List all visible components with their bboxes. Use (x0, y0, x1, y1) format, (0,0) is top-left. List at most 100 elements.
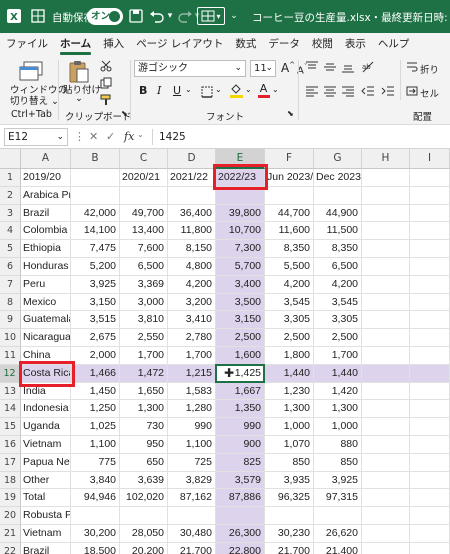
cell-c17[interactable]: 650 (120, 453, 168, 472)
cell-b20[interactable] (71, 507, 120, 525)
cell-g14[interactable]: 1,300 (314, 400, 362, 419)
cell-b1[interactable] (71, 169, 120, 187)
name-box[interactable]: E12 ⌄ (4, 128, 68, 146)
row-header-8[interactable]: 8 (0, 293, 21, 312)
row-header-4[interactable]: 4 (0, 222, 21, 241)
cell-f19[interactable]: 96,325 (265, 489, 314, 508)
align-left-icon[interactable] (304, 84, 320, 98)
cell-a16[interactable]: Vietnam (21, 436, 71, 454)
cell-a9[interactable]: Guatemala (21, 311, 71, 330)
cell-e14[interactable]: 1,350 (216, 400, 265, 419)
cell-a10[interactable]: Nicaragua (21, 329, 71, 347)
cell-a6[interactable]: Honduras (21, 258, 71, 276)
grid-layout-icon[interactable] (30, 7, 46, 25)
cell-a4[interactable]: Colombia (21, 222, 71, 241)
cell-i6[interactable] (410, 258, 450, 276)
cell-e10[interactable]: 2,500 (216, 329, 265, 347)
wrap-text-label[interactable]: 折り (420, 62, 439, 76)
cell-h4[interactable] (362, 222, 410, 241)
cell-b12[interactable]: 1,466 (71, 364, 120, 383)
cell-a17[interactable]: Papua New Guinea (21, 453, 71, 472)
cell-a20[interactable]: Robusta Production (21, 507, 71, 525)
cell-g5[interactable]: 8,350 (314, 240, 362, 258)
cell-e15[interactable]: 990 (216, 418, 265, 436)
cell-i21[interactable] (410, 525, 450, 543)
cell-g20[interactable] (314, 507, 362, 525)
cell-e8[interactable]: 3,500 (216, 293, 265, 312)
cell-a7[interactable]: Peru (21, 275, 71, 294)
cell-h19[interactable] (362, 489, 410, 508)
cell-d6[interactable]: 4,800 (168, 258, 216, 276)
cell-e21[interactable]: 26,300 (216, 525, 265, 543)
cell-f3[interactable]: 44,700 (265, 204, 314, 223)
align-top-icon[interactable] (304, 60, 320, 74)
tab-help[interactable]: ヘルプ (372, 33, 416, 56)
cell-f22[interactable]: 21,700 (265, 542, 314, 554)
cell-e22[interactable]: 22,800 (216, 542, 265, 554)
cell-h14[interactable] (362, 400, 410, 419)
cell-e2[interactable] (216, 186, 265, 205)
cell-d17[interactable]: 725 (168, 453, 216, 472)
cell-h17[interactable] (362, 453, 410, 472)
paste-dropdown-icon[interactable]: ⌄ (75, 93, 83, 104)
cell-i17[interactable] (410, 453, 450, 472)
cell-b10[interactable]: 2,675 (71, 329, 120, 347)
cell-g17[interactable]: 850 (314, 453, 362, 472)
cell-e7[interactable]: 3,400 (216, 275, 265, 294)
cell-e5[interactable]: 7,300 (216, 240, 265, 258)
font-color-dropdown-icon[interactable]: ⌄ (272, 85, 279, 94)
cell-h11[interactable] (362, 347, 410, 365)
cell-b13[interactable]: 1,450 (71, 382, 120, 401)
cell-c22[interactable]: 20,200 (120, 542, 168, 554)
cell-h21[interactable] (362, 525, 410, 543)
underline-dropdown-icon[interactable]: ⌄ (185, 85, 192, 94)
cell-f18[interactable]: 3,935 (265, 471, 314, 490)
cell-e18[interactable]: 3,579 (216, 471, 265, 490)
clipboard-launcher-icon[interactable]: ⬊ (121, 109, 128, 118)
cell-i14[interactable] (410, 400, 450, 419)
cell-f12[interactable]: 1,440 (265, 364, 314, 383)
cell-c6[interactable]: 6,500 (120, 258, 168, 276)
insert-function-icon[interactable]: fx (124, 130, 134, 143)
borders-icon[interactable] (200, 85, 214, 98)
cell-f13[interactable]: 1,230 (265, 382, 314, 401)
wrap-text-icon[interactable] (405, 60, 419, 74)
cell-a1[interactable]: 2019/20 (21, 169, 71, 187)
cell-h18[interactable] (362, 471, 410, 490)
bold-button[interactable]: B (139, 84, 147, 97)
cell-f16[interactable]: 1,070 (265, 436, 314, 454)
cell-f6[interactable]: 5,500 (265, 258, 314, 276)
cell-d2[interactable] (168, 186, 216, 205)
cell-a19[interactable]: Total (21, 489, 71, 508)
name-box-dropdown-icon[interactable]: ⌄ (56, 129, 64, 145)
cell-e6[interactable]: 5,700 (216, 258, 265, 276)
cell-b6[interactable]: 5,200 (71, 258, 120, 276)
cell-a8[interactable]: Mexico (21, 293, 71, 312)
decrease-indent-icon[interactable] (360, 84, 376, 98)
column-header-d[interactable]: D (168, 149, 216, 169)
cancel-icon[interactable]: ✕ (89, 130, 98, 143)
cell-a15[interactable]: Uganda (21, 418, 71, 436)
column-header-c[interactable]: C (120, 149, 168, 169)
row-header-11[interactable]: 11 (0, 347, 21, 365)
fill-color-dropdown-icon[interactable]: ⌄ (245, 85, 252, 94)
save-icon[interactable] (128, 7, 144, 25)
row-header-12[interactable]: 12 (0, 364, 21, 383)
cell-a21[interactable]: Vietnam (21, 525, 71, 543)
format-painter-icon[interactable] (99, 93, 113, 107)
cell-g21[interactable]: 26,620 (314, 525, 362, 543)
row-header-10[interactable]: 10 (0, 329, 21, 347)
tab-review[interactable]: 校閲 (306, 33, 339, 56)
cell-f1[interactable]: Jun 2023/24 (265, 169, 314, 187)
select-all-corner[interactable] (0, 149, 21, 169)
tab-insert[interactable]: 挿入 (97, 33, 130, 56)
row-header-20[interactable]: 20 (0, 507, 21, 525)
row-header-22[interactable]: 22 (0, 542, 21, 554)
row-header-17[interactable]: 17 (0, 453, 21, 472)
cell-d20[interactable] (168, 507, 216, 525)
cell-f17[interactable]: 850 (265, 453, 314, 472)
cell-g10[interactable]: 2,500 (314, 329, 362, 347)
cell-g18[interactable]: 3,925 (314, 471, 362, 490)
underline-button[interactable]: U (173, 84, 181, 97)
cell-i15[interactable] (410, 418, 450, 436)
